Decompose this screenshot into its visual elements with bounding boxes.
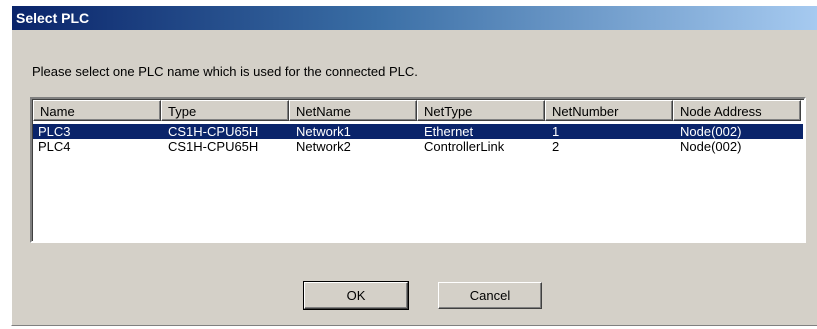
- column-header-name[interactable]: Name: [33, 100, 161, 121]
- ok-button[interactable]: OK: [303, 281, 409, 310]
- plc-list[interactable]: Name Type NetName NetType NetNumber Node…: [30, 97, 806, 243]
- column-header-netname[interactable]: NetName: [289, 100, 417, 121]
- column-header-type[interactable]: Type: [161, 100, 289, 121]
- list-header: Name Type NetName NetType NetNumber Node…: [33, 100, 803, 121]
- cell-netname: Network2: [296, 139, 351, 154]
- column-header-netnumber[interactable]: NetNumber: [545, 100, 673, 121]
- cell-node-address: Node(002): [680, 139, 742, 154]
- cell-name: PLC3: [38, 124, 71, 139]
- column-header-node-address[interactable]: Node Address: [673, 100, 801, 121]
- cell-netnumber: 2: [552, 139, 560, 154]
- table-row[interactable]: PLC4 CS1H-CPU65H Network2 ControllerLink…: [33, 139, 803, 154]
- cell-nettype: Ethernet: [424, 124, 474, 139]
- select-plc-dialog: Select PLC Please select one PLC name wh…: [11, 6, 817, 326]
- cell-node-address: Node(002): [680, 124, 742, 139]
- instruction-text: Please select one PLC name which is used…: [32, 64, 418, 79]
- cell-type: CS1H-CPU65H: [168, 139, 259, 154]
- column-header-nettype[interactable]: NetType: [417, 100, 545, 121]
- cell-netnumber: 1: [552, 124, 560, 139]
- cancel-button[interactable]: Cancel: [438, 282, 542, 309]
- cell-name: PLC4: [38, 139, 71, 154]
- cell-type: CS1H-CPU65H: [168, 124, 259, 139]
- table-row[interactable]: PLC3 CS1H-CPU65H Network1 Ethernet 1 Nod…: [33, 124, 803, 139]
- cell-netname: Network1: [296, 124, 351, 139]
- dialog-title: Select PLC: [16, 10, 90, 26]
- title-bar[interactable]: Select PLC: [12, 6, 817, 30]
- cell-nettype: ControllerLink: [424, 139, 505, 154]
